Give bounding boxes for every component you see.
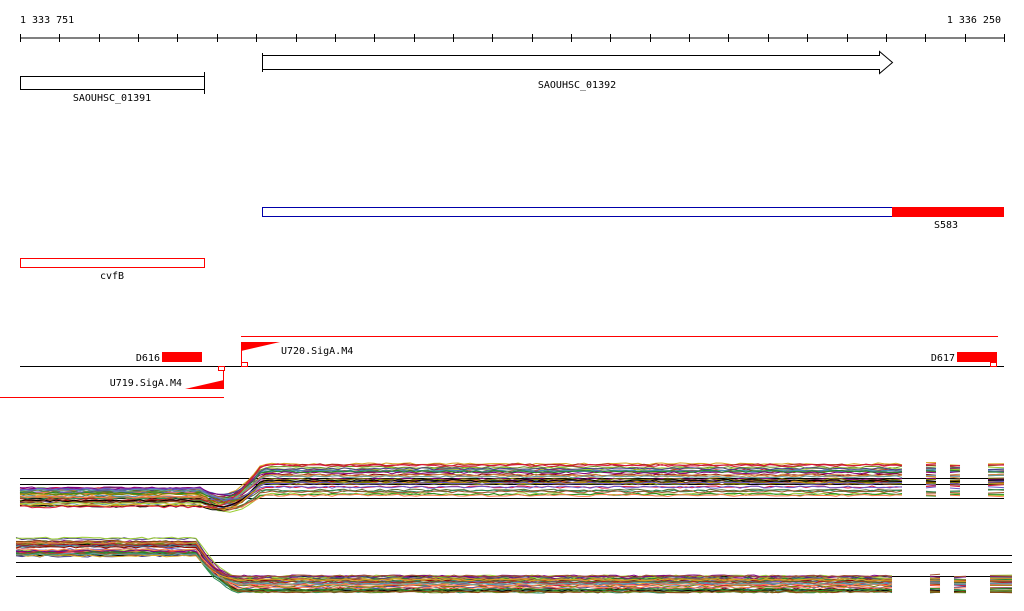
transcript-track: S583	[262, 207, 1004, 231]
expression-trace-fragment	[949, 481, 961, 484]
expression-trace-fragment	[949, 492, 961, 494]
gene-track: SAOUHSC_01391 SAOUHSC_01392	[20, 50, 894, 104]
segment-label-u720: U720.SigA.M4	[281, 346, 353, 357]
expression-trace-fragment	[987, 466, 1005, 469]
transcript-label-s583: S583	[934, 220, 958, 231]
expression-trace-fragment	[953, 587, 967, 589]
ruler-start-label: 1 333 751	[20, 15, 74, 26]
expression-trace-fragment	[987, 468, 1005, 471]
expression-trace-fragment	[987, 474, 1005, 477]
expression-trace	[15, 554, 893, 579]
segment-marker-u719	[218, 366, 225, 371]
expression-trace-fragment	[949, 465, 961, 467]
expression-track-forward	[19, 462, 1005, 513]
expression-trace-fragment	[925, 467, 937, 469]
segment-label-u719: U719.SigA.M4	[110, 378, 182, 389]
expression-trace-fragment	[987, 495, 1005, 498]
rna-box-cvfb[interactable]	[20, 258, 205, 268]
gene-box-saouhsc-01391[interactable]	[20, 76, 205, 90]
segment-ramp-u720[interactable]	[241, 342, 280, 351]
expression-trace-fragment	[929, 583, 941, 585]
transcript-highlight-s583[interactable]	[892, 207, 1004, 217]
segment-track: D616 U720.SigA.M4 D617 U719.SigA.M4	[0, 336, 1004, 398]
expression-trace-fragment	[949, 476, 961, 479]
expression-trace-fragment	[989, 575, 1013, 577]
expression-trace-fragment	[987, 492, 1005, 494]
segment-marker-d617	[990, 362, 997, 367]
expression-track-reverse	[15, 536, 1013, 594]
expression-trace	[15, 552, 893, 578]
segment-marker-u720	[241, 362, 248, 367]
expression-trace-fragment	[987, 473, 1005, 476]
segment-block-d616[interactable]	[162, 352, 202, 362]
segment-block-d617[interactable]	[957, 352, 997, 362]
rna-label-cvfb: cvfB	[100, 271, 124, 282]
gene-label-saouhsc-01391: SAOUHSC_01391	[73, 93, 151, 104]
expression-trace-fragment	[925, 494, 937, 496]
segment-label-d617: D617	[931, 353, 955, 364]
expression-trace-fragment	[949, 493, 961, 496]
expression-trace-fragment	[925, 484, 937, 486]
expression-trace-fragment	[929, 573, 941, 576]
expression-trace-fragment	[953, 575, 967, 578]
expression-trace-fragment	[949, 485, 961, 488]
expression-trace-fragment	[925, 485, 937, 487]
expression-trace-fragment	[987, 486, 1005, 489]
expression-trace-fragment	[949, 480, 961, 483]
gene-label-saouhsc-01392: SAOUHSC_01392	[538, 80, 616, 91]
segment-ramp-u719[interactable]	[185, 380, 224, 389]
genome-browser-track-view: 1 333 751 1 336 250 SAOUHSC_01391 SAOUHS…	[0, 15, 1013, 594]
expression-trace-fragment	[949, 473, 961, 476]
transcript-box-s583[interactable]	[262, 207, 893, 217]
expression-trace-fragment	[987, 481, 1005, 483]
expression-trace-fragment	[949, 487, 961, 490]
segment-label-d616: D616	[136, 353, 160, 364]
expression-trace-fragment	[953, 585, 967, 588]
expression-trace-fragment	[987, 488, 1005, 491]
ruler-end-label: 1 336 250	[947, 15, 1001, 26]
gene-arrow-saouhsc-01392[interactable]	[262, 50, 894, 75]
expression-trace-fragment	[989, 591, 1013, 594]
rna-track: cvfB	[20, 258, 205, 282]
expression-trace-fragment	[925, 470, 937, 472]
expression-trace-fragment	[953, 579, 967, 581]
expression-trace-fragment	[925, 463, 937, 465]
expression-trace-fragment	[925, 468, 937, 470]
expression-trace-fragment	[925, 486, 937, 489]
coordinate-ruler: 1 333 751 1 336 250	[20, 15, 1005, 42]
